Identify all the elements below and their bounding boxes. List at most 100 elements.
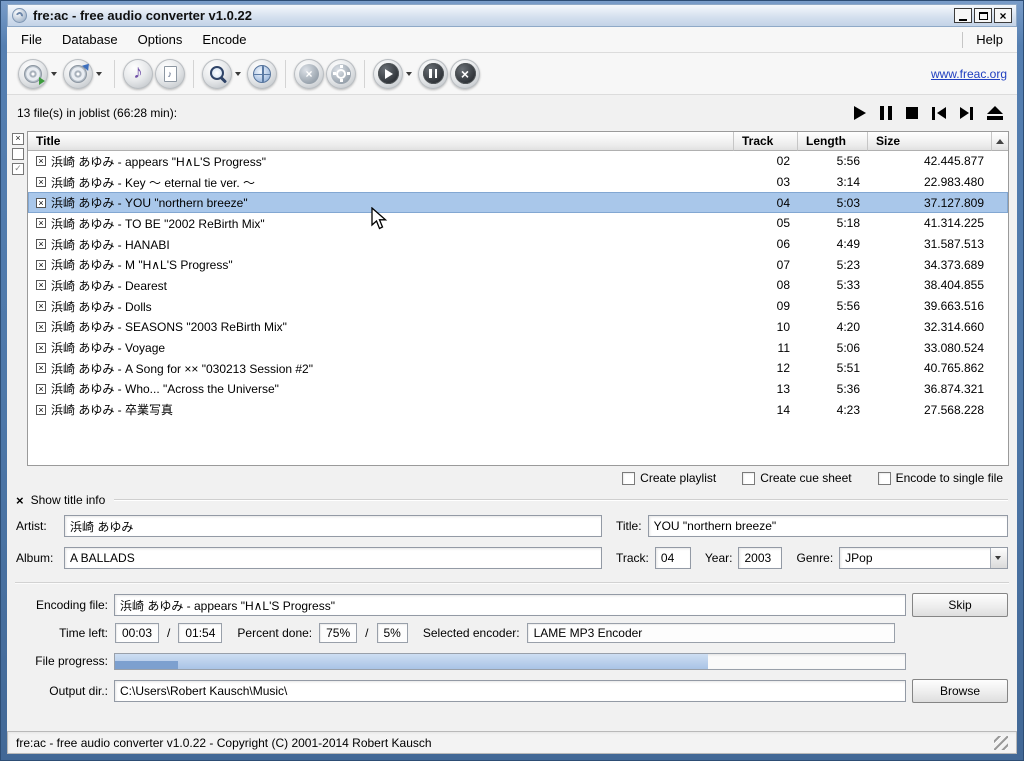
table-row[interactable]: ×浜崎 あゆみ - appears "H∧L'S Progress"025:56…	[28, 151, 1008, 172]
toggle-selection-button[interactable]: ✓	[12, 163, 24, 175]
menu-help[interactable]: Help	[966, 27, 1013, 52]
pause-encoding-button[interactable]	[418, 59, 448, 89]
create-playlist-checkbox[interactable]	[622, 472, 635, 485]
row-size: 36.874.321	[868, 382, 992, 396]
toolbar-separator	[114, 60, 115, 88]
year-input[interactable]	[738, 547, 782, 569]
row-checkbox-icon[interactable]: ×	[36, 301, 46, 311]
table-row[interactable]: ×浜崎 あゆみ - M "H∧L'S Progress"075:2334.373…	[28, 254, 1008, 275]
table-row[interactable]: ×浜崎 あゆみ - Dolls095:5639.663.516	[28, 296, 1008, 317]
minimize-button[interactable]	[954, 8, 972, 23]
row-title: 浜崎 あゆみ - SEASONS "2003 ReBirth Mix"	[51, 318, 287, 335]
row-checkbox-icon[interactable]: ×	[36, 343, 46, 353]
cddb-web-button[interactable]	[247, 59, 277, 89]
row-checkbox-icon[interactable]: ×	[36, 156, 46, 166]
file-progress-label: File progress:	[16, 654, 108, 668]
collapse-title-info-icon[interactable]: ×	[16, 494, 24, 507]
artist-input[interactable]	[64, 515, 602, 537]
website-link[interactable]: www.freac.org	[931, 67, 1007, 81]
row-checkbox-icon[interactable]: ×	[36, 384, 46, 394]
cddb-dropdown-arrow-icon[interactable]	[235, 72, 241, 76]
add-cd-tracks-button[interactable]	[18, 59, 48, 89]
table-row[interactable]: ×浜崎 あゆみ - TO BE "2002 ReBirth Mix"055:18…	[28, 213, 1008, 234]
start-encoding-button[interactable]	[373, 59, 403, 89]
row-title-cell: ×浜崎 あゆみ - Who... "Across the Universe"	[28, 380, 734, 397]
row-title: 浜崎 あゆみ - M "H∧L'S Progress"	[51, 256, 233, 273]
pause-button[interactable]	[880, 104, 893, 122]
eject-button[interactable]	[987, 104, 1003, 122]
next-button[interactable]	[960, 104, 974, 122]
create-cue-sheet-option[interactable]: Create cue sheet	[742, 471, 851, 485]
title-input[interactable]	[648, 515, 1008, 537]
add-playlist-button[interactable]	[155, 59, 185, 89]
encoding-stats-row: Time left: 00:03 / 01:54 Percent done: 7…	[7, 620, 1017, 646]
encode-to-single-file-option[interactable]: Encode to single file	[878, 471, 1003, 485]
track-label: Track:	[616, 551, 649, 565]
artist-label: Artist:	[16, 519, 58, 533]
clear-joblist-button[interactable]	[294, 59, 324, 89]
menu-options[interactable]: Options	[128, 27, 193, 52]
resize-grip[interactable]	[994, 736, 1008, 750]
table-row[interactable]: ×浜崎 あゆみ - 卒業写真144:2327.568.228	[28, 399, 1008, 420]
settings-button[interactable]	[326, 59, 356, 89]
row-track: 02	[734, 154, 798, 168]
create-playlist-option[interactable]: Create playlist	[622, 471, 716, 485]
table-row[interactable]: ×浜崎 あゆみ - Voyage115:0633.080.524	[28, 337, 1008, 358]
row-size: 39.663.516	[868, 299, 992, 313]
menu-file[interactable]: File	[11, 27, 52, 52]
encoder-dropdown-arrow-icon[interactable]	[406, 72, 412, 76]
next-icon	[960, 107, 969, 119]
menu-encode[interactable]: Encode	[192, 27, 256, 52]
column-header-track[interactable]: Track	[734, 132, 798, 151]
row-checkbox-icon[interactable]: ×	[36, 322, 46, 332]
cd-info-button[interactable]	[63, 59, 93, 89]
select-none-button[interactable]	[12, 148, 24, 160]
album-input[interactable]	[64, 547, 602, 569]
table-row[interactable]: ×浜崎 あゆみ - YOU "northern breeze"045:0337.…	[28, 192, 1008, 213]
play-button[interactable]	[854, 104, 866, 122]
stop-button[interactable]	[906, 104, 918, 122]
row-checkbox-icon[interactable]: ×	[36, 177, 46, 187]
row-checkbox-icon[interactable]: ×	[36, 218, 46, 228]
close-button[interactable]: ×	[994, 8, 1012, 23]
cddb-query-button[interactable]	[202, 59, 232, 89]
cd-info-dropdown-arrow-icon[interactable]	[96, 72, 102, 76]
row-checkbox-icon[interactable]: ×	[36, 363, 46, 373]
browse-button[interactable]: Browse	[912, 679, 1008, 703]
previous-button[interactable]	[932, 104, 946, 122]
row-size: 42.445.877	[868, 154, 992, 168]
scroll-up-button[interactable]	[992, 132, 1008, 151]
create-cue-sheet-checkbox[interactable]	[742, 472, 755, 485]
table-row[interactable]: ×浜崎 あゆみ - HANABI064:4931.587.513	[28, 234, 1008, 255]
table-row[interactable]: ×浜崎 あゆみ - SEASONS "2003 ReBirth Mix"104:…	[28, 317, 1008, 338]
row-length: 4:20	[798, 320, 868, 334]
column-header-title[interactable]: Title	[28, 132, 734, 151]
row-checkbox-icon[interactable]: ×	[36, 239, 46, 249]
row-title: 浜崎 あゆみ - Key ～ eternal tie ver. ～	[51, 174, 255, 191]
table-row[interactable]: ×浜崎 あゆみ - Dearest085:3338.404.855	[28, 275, 1008, 296]
table-row[interactable]: ×浜崎 あゆみ - Key ～ eternal tie ver. ～033:14…	[28, 172, 1008, 193]
genre-combobox[interactable]: JPop	[839, 547, 1008, 569]
row-checkbox-icon[interactable]: ×	[36, 280, 46, 290]
select-all-button[interactable]: ×	[12, 133, 24, 145]
add-audio-files-button[interactable]	[123, 59, 153, 89]
toolbar-separator	[285, 60, 286, 88]
track-input[interactable]	[655, 547, 691, 569]
app-window: fre:ac - free audio converter v1.0.22 × …	[0, 0, 1024, 761]
table-row[interactable]: ×浜崎 あゆみ - Who... "Across the Universe"13…	[28, 379, 1008, 400]
row-size: 22.983.480	[868, 175, 992, 189]
row-checkbox-icon[interactable]: ×	[36, 198, 46, 208]
table-row[interactable]: ×浜崎 あゆみ - A Song for ×× "030213 Session …	[28, 358, 1008, 379]
skip-button[interactable]: Skip	[912, 593, 1008, 617]
output-dir-input[interactable]	[114, 680, 906, 702]
maximize-button[interactable]	[974, 8, 992, 23]
add-cd-dropdown-arrow-icon[interactable]	[51, 72, 57, 76]
stop-encoding-button[interactable]	[450, 59, 480, 89]
row-checkbox-icon[interactable]: ×	[36, 405, 46, 415]
genre-dropdown-button[interactable]	[990, 548, 1007, 568]
column-header-size[interactable]: Size	[868, 132, 992, 151]
row-checkbox-icon[interactable]: ×	[36, 260, 46, 270]
menu-database[interactable]: Database	[52, 27, 128, 52]
encode-to-single-file-checkbox[interactable]	[878, 472, 891, 485]
column-header-length[interactable]: Length	[798, 132, 868, 151]
